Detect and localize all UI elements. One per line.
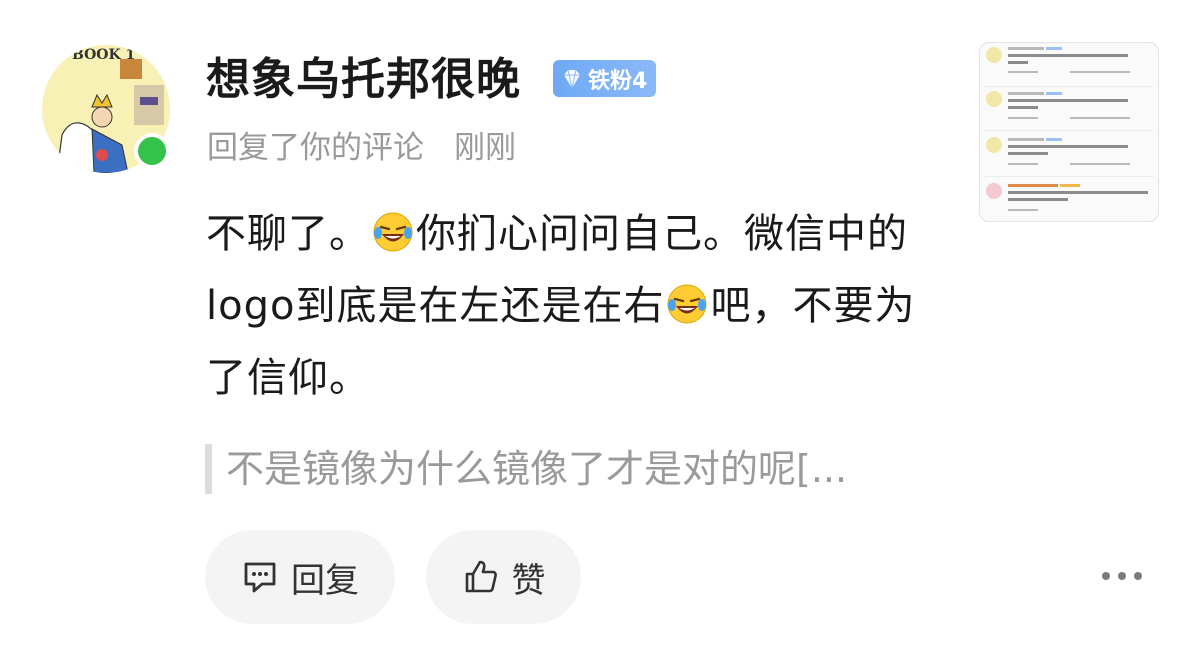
- laughing-tears-emoji: [666, 276, 708, 324]
- thumbs-up-icon: [462, 558, 500, 596]
- reply-button[interactable]: 回复: [205, 530, 395, 624]
- more-dot: [1102, 572, 1110, 580]
- comment-icon: [241, 558, 279, 596]
- comment-part-1: 不聊了。: [206, 211, 370, 257]
- thumbnail-text-lines: [1008, 47, 1148, 211]
- post-thumbnail[interactable]: [979, 42, 1159, 222]
- meta-line: 回复了你的评论 刚刚: [207, 126, 516, 170]
- like-button[interactable]: 赞: [426, 530, 581, 624]
- action-text: 回复了你的评论: [207, 130, 424, 166]
- like-label: 赞: [511, 560, 546, 601]
- quoted-comment[interactable]: 不是镜像为什么镜像了才是对的呢[...: [205, 444, 966, 494]
- fan-badge[interactable]: 铁粉4: [553, 60, 657, 97]
- badge-label: 铁粉4: [588, 68, 648, 94]
- laughing-tears-emoji: [372, 204, 414, 252]
- more-icon[interactable]: [1102, 566, 1142, 586]
- username[interactable]: 想象乌托邦很晚: [206, 52, 521, 108]
- comment-text[interactable]: 不聊了。 你扪心问问自己。微信中的logo到底是在左还是在右 吧，不要为了信仰。: [206, 198, 946, 414]
- timestamp: 刚刚: [454, 130, 516, 166]
- diamond-icon: [559, 66, 585, 92]
- more-dot: [1134, 572, 1142, 580]
- more-dot: [1118, 572, 1126, 580]
- online-status-dot: [134, 133, 170, 169]
- reply-label: 回复: [291, 560, 359, 601]
